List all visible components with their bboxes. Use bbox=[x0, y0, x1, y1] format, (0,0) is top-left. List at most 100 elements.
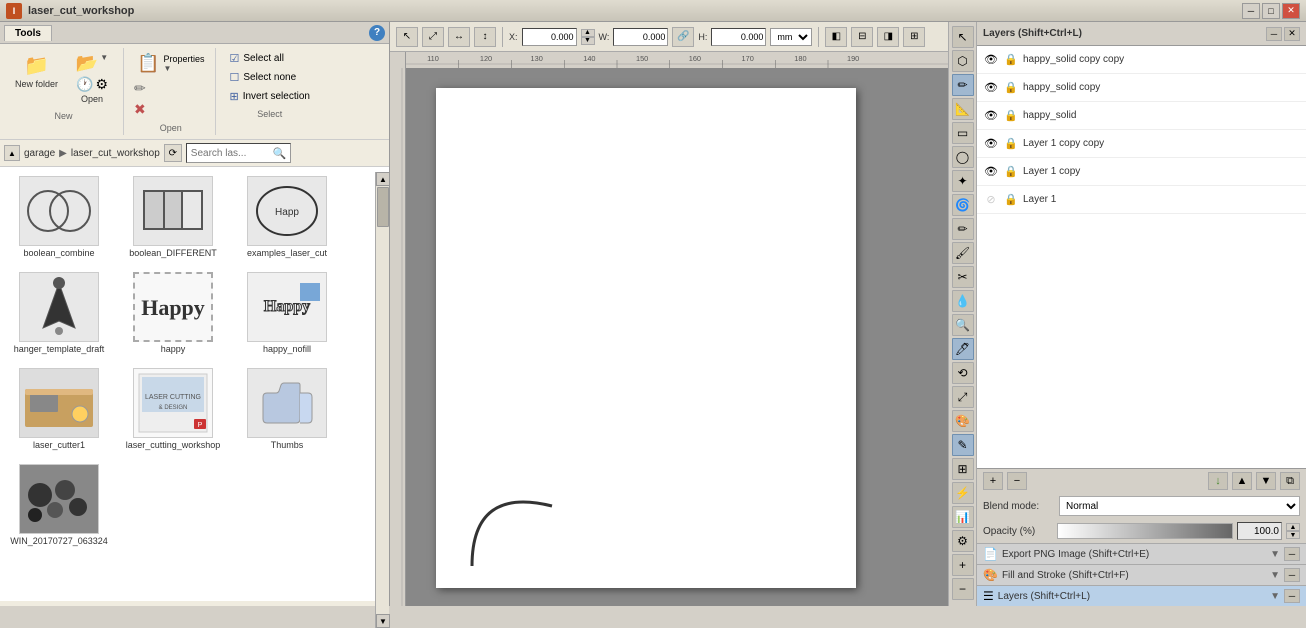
layer-lock-3[interactable]: 🔒 bbox=[1003, 108, 1019, 124]
refresh-button[interactable]: ⟳ bbox=[164, 144, 182, 162]
tools-tab[interactable]: Tools bbox=[4, 25, 52, 41]
list-item[interactable]: hanger_template_draft bbox=[4, 267, 114, 359]
palette-tool-21[interactable]: 📊 bbox=[952, 506, 974, 528]
layer-dup-btn[interactable]: ⧉ bbox=[1280, 472, 1300, 490]
palette-tool-10[interactable]: 🖌 bbox=[952, 242, 974, 264]
list-item[interactable]: LASER CUTTING & DESIGN P laser_cutting_w… bbox=[118, 363, 228, 455]
scroll-up-arrow[interactable]: ▲ bbox=[376, 172, 390, 186]
layer-eye-3[interactable]: 👁 bbox=[983, 108, 999, 124]
opacity-spinner[interactable]: ▲ ▼ bbox=[1286, 523, 1300, 539]
x-input[interactable] bbox=[522, 28, 577, 46]
properties-button[interactable]: 📋 Properties ▼ bbox=[132, 50, 209, 77]
fill-stroke-minimize-btn[interactable]: ─ bbox=[1284, 568, 1300, 582]
flip-v-btn[interactable]: ↕ bbox=[474, 27, 496, 47]
align-right-btn[interactable]: ◨ bbox=[877, 27, 899, 47]
opacity-down[interactable]: ▼ bbox=[1286, 531, 1300, 539]
x-up[interactable]: ▲ bbox=[581, 29, 595, 37]
palette-tool-4[interactable]: 📐 bbox=[952, 98, 974, 120]
select-all-button[interactable]: ☑ Select all bbox=[224, 50, 314, 67]
panel-close-btn[interactable]: ✕ bbox=[1284, 27, 1300, 41]
export-minimize-btn[interactable]: ─ bbox=[1284, 547, 1300, 561]
search-icon[interactable]: 🔍 bbox=[273, 147, 287, 160]
w-input[interactable] bbox=[613, 28, 668, 46]
select-tool-btn[interactable]: ↖ bbox=[396, 27, 418, 47]
palette-tool-20[interactable]: ⚡ bbox=[952, 482, 974, 504]
lock-btn[interactable]: 🔗 bbox=[672, 27, 694, 47]
list-item[interactable]: Happ examples_laser_cut bbox=[232, 171, 342, 263]
layer-eye-1[interactable]: 👁 bbox=[983, 52, 999, 68]
list-item[interactable]: WIN_20170727_063324 bbox=[4, 459, 114, 551]
list-item[interactable]: Happy happy_nofill bbox=[232, 267, 342, 359]
h-input[interactable] bbox=[711, 28, 766, 46]
palette-tool-17[interactable]: 🎨 bbox=[952, 410, 974, 432]
breadcrumb-folder[interactable]: laser_cut_workshop bbox=[71, 148, 160, 159]
breadcrumb-root[interactable]: garage bbox=[24, 148, 55, 159]
palette-tool-24[interactable]: − bbox=[952, 578, 974, 600]
delete-button[interactable]: ✖ bbox=[132, 100, 209, 119]
help-btn[interactable]: ? bbox=[369, 25, 385, 41]
opacity-bar[interactable] bbox=[1057, 523, 1233, 539]
new-folder-button[interactable]: 📁 New folder bbox=[10, 50, 63, 107]
layers-minimize-btn[interactable]: ─ bbox=[1284, 589, 1300, 603]
open-button[interactable]: 📂 ▼ 🕐 ⚙ Open bbox=[67, 50, 117, 107]
layer-row-2[interactable]: 👁 🔒 happy_solid copy bbox=[977, 74, 1306, 102]
palette-tool-2[interactable]: ⬡ bbox=[952, 50, 974, 72]
layer-row-4[interactable]: 👁 🔒 Layer 1 copy copy bbox=[977, 130, 1306, 158]
list-item[interactable]: Happy happy bbox=[118, 267, 228, 359]
layer-lock-6[interactable]: 🔒 bbox=[1003, 192, 1019, 208]
palette-tool-3[interactable]: ✏ bbox=[952, 74, 974, 96]
select-none-button[interactable]: ☐ Select none bbox=[224, 69, 314, 86]
layer-move-to-btn[interactable]: ↓ bbox=[1208, 472, 1228, 490]
palette-tool-13[interactable]: 🔍 bbox=[952, 314, 974, 336]
layer-up-btn[interactable]: ▲ bbox=[1232, 472, 1252, 490]
palette-tool-12[interactable]: 💧 bbox=[952, 290, 974, 312]
palette-tool-1[interactable]: ↖ bbox=[952, 26, 974, 48]
layer-row-1[interactable]: 👁 🔒 happy_solid copy copy bbox=[977, 46, 1306, 74]
palette-tool-23[interactable]: + bbox=[952, 554, 974, 576]
palette-tool-15[interactable]: ⟲ bbox=[952, 362, 974, 384]
list-item[interactable]: Thumbs bbox=[232, 363, 342, 455]
align-center-btn[interactable]: ⊟ bbox=[851, 27, 873, 47]
layer-down-btn[interactable]: ▼ bbox=[1256, 472, 1276, 490]
layer-row-5[interactable]: 👁 🔒 Layer 1 copy bbox=[977, 158, 1306, 186]
panel-minimize-btn[interactable]: ─ bbox=[1266, 27, 1282, 41]
layer-eye-2[interactable]: 👁 bbox=[983, 80, 999, 96]
layer-eye-4[interactable]: 👁 bbox=[983, 136, 999, 152]
maximize-btn[interactable]: □ bbox=[1262, 3, 1280, 19]
align-grid-btn[interactable]: ⊞ bbox=[903, 27, 925, 47]
list-item[interactable]: boolean_combine bbox=[4, 171, 114, 263]
palette-tool-11[interactable]: ✂ bbox=[952, 266, 974, 288]
palette-tool-18[interactable]: ✎ bbox=[952, 434, 974, 456]
palette-tool-5[interactable]: ▭ bbox=[952, 122, 974, 144]
unit-select[interactable]: mm bbox=[770, 28, 812, 46]
blend-mode-select[interactable]: Normal bbox=[1059, 496, 1300, 516]
layer-lock-5[interactable]: 🔒 bbox=[1003, 164, 1019, 180]
palette-tool-14[interactable]: 🖊 bbox=[952, 338, 974, 360]
close-btn[interactable]: ✕ bbox=[1282, 3, 1300, 19]
layer-lock-4[interactable]: 🔒 bbox=[1003, 136, 1019, 152]
scroll-down-arrow[interactable]: ▼ bbox=[376, 614, 390, 628]
palette-tool-19[interactable]: ⊞ bbox=[952, 458, 974, 480]
fill-stroke-section[interactable]: 🎨 Fill and Stroke (Shift+Ctrl+F) ▼ ─ bbox=[977, 564, 1306, 585]
add-layer-btn[interactable]: + bbox=[983, 472, 1003, 490]
transform-tool-btn[interactable]: ⤢ bbox=[422, 27, 444, 47]
nav-up-button[interactable]: ▲ bbox=[4, 145, 20, 161]
palette-tool-16[interactable]: ⤢ bbox=[952, 386, 974, 408]
scroll-thumb[interactable] bbox=[377, 187, 389, 227]
x-down[interactable]: ▼ bbox=[581, 37, 595, 45]
remove-layer-btn[interactable]: − bbox=[1007, 472, 1027, 490]
list-item[interactable]: laser_cutter1 bbox=[4, 363, 114, 455]
align-left-btn[interactable]: ◧ bbox=[825, 27, 847, 47]
opacity-input[interactable] bbox=[1237, 522, 1282, 540]
layer-row-3[interactable]: 👁 🔒 happy_solid bbox=[977, 102, 1306, 130]
export-png-section[interactable]: 📄 Export PNG Image (Shift+Ctrl+E) ▼ ─ bbox=[977, 543, 1306, 564]
palette-tool-22[interactable]: ⚙ bbox=[952, 530, 974, 552]
layer-eye-5[interactable]: 👁 bbox=[983, 164, 999, 180]
palette-tool-6[interactable]: ◯ bbox=[952, 146, 974, 168]
file-scrollbar[interactable]: ▲ ▼ bbox=[375, 172, 389, 628]
minimize-btn[interactable]: ─ bbox=[1242, 3, 1260, 19]
layer-lock-1[interactable]: 🔒 bbox=[1003, 52, 1019, 68]
layer-eye-6[interactable]: ⊘ bbox=[983, 192, 999, 208]
palette-tool-8[interactable]: 🌀 bbox=[952, 194, 974, 216]
layer-lock-2[interactable]: 🔒 bbox=[1003, 80, 1019, 96]
